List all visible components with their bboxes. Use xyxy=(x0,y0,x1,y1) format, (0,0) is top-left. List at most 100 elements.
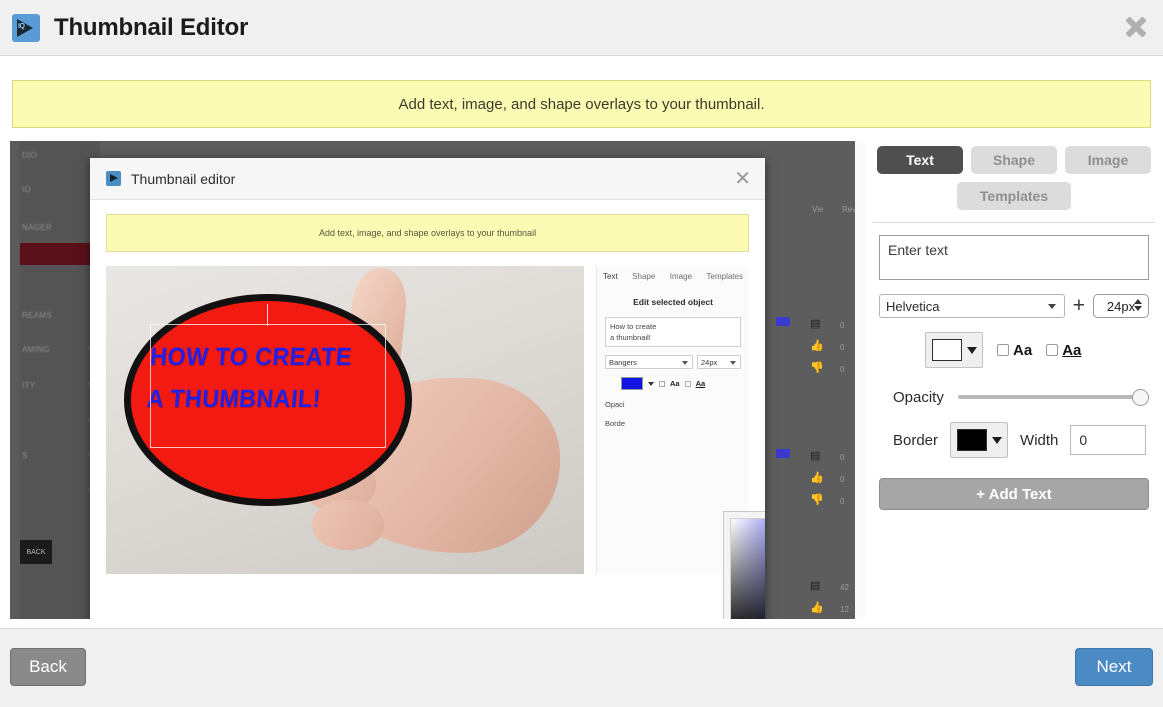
border-row: Border Width 0 xyxy=(893,422,1149,458)
preview-bold-label: Aa xyxy=(670,379,680,388)
chevron-down-icon[interactable] xyxy=(648,382,654,386)
preview-bold-checkbox[interactable] xyxy=(659,381,665,387)
text-style-row: Aa Aa xyxy=(925,332,1155,368)
color-picker-saturation-area[interactable] xyxy=(730,518,765,619)
stepper-arrows-icon[interactable] xyxy=(1134,299,1142,311)
opacity-row: Opacity xyxy=(893,388,1149,406)
preview-tab-templates[interactable]: Templates xyxy=(707,272,743,281)
backdrop-comment-count: 0 xyxy=(840,453,844,462)
instruction-banner-text: Add text, image, and shape overlays to y… xyxy=(398,96,764,113)
preview-tab-shape[interactable]: Shape xyxy=(632,272,655,281)
backdrop-sidebar-active-item xyxy=(20,243,100,265)
underline-label: Aa xyxy=(1062,342,1081,359)
backdrop-dislike-count: 0 xyxy=(840,497,844,506)
fill-color-swatch xyxy=(932,339,962,361)
opacity-label: Opacity xyxy=(893,389,944,406)
selection-bounding-box[interactable] xyxy=(150,324,386,448)
preview-font-select[interactable]: Bangers xyxy=(605,355,693,369)
backdrop-sidebar-item: ITY xyxy=(22,381,35,390)
thumbnail-editor-window: IQ Thumbnail Editor Add text, image, and… xyxy=(0,0,1163,707)
backdrop-sidebar-item: AMING xyxy=(22,345,50,354)
close-icon[interactable]: ✕ xyxy=(734,169,751,189)
backdrop-sidebar-item: S xyxy=(22,451,28,460)
preview-font-row: Bangers 24px xyxy=(605,355,741,369)
border-color-picker-button[interactable] xyxy=(950,422,1008,458)
bold-checkbox[interactable] xyxy=(997,344,1009,356)
selection-rotate-handle[interactable] xyxy=(267,304,268,326)
close-icon[interactable] xyxy=(1121,12,1151,42)
backdrop-like-count: 0 xyxy=(840,475,844,484)
preview-thumbnail-canvas[interactable]: HOW TO CREATE A THUMBNAIL! xyxy=(106,266,584,574)
page-title: Thumbnail Editor xyxy=(54,14,248,42)
opacity-slider-knob[interactable] xyxy=(1132,389,1149,406)
preview-color-row: Aa Aa xyxy=(621,377,741,390)
backdrop-sidebar-item: REAMS xyxy=(22,311,52,320)
tab-text[interactable]: Text xyxy=(877,146,963,174)
backdrop-like-count: 0 xyxy=(840,343,844,352)
text-input[interactable]: Enter text xyxy=(879,235,1149,280)
add-text-button[interactable]: + Add Text xyxy=(879,478,1149,510)
tab-shape[interactable]: Shape xyxy=(971,146,1057,174)
preview-text-input[interactable]: How to createa thumbnail! xyxy=(605,317,741,347)
border-width-input[interactable]: 0 xyxy=(1070,425,1146,455)
chevron-down-icon xyxy=(1048,304,1056,309)
instruction-banner: Add text, image, and shape overlays to y… xyxy=(12,80,1151,128)
preview-screenshot: DIO IO NAGER REAMS AMING ITY S BACK Vie … xyxy=(10,141,865,619)
backdrop-like-count: 12 xyxy=(840,605,849,614)
iq-play-logo-icon: IQ xyxy=(12,14,40,42)
title-bar: IQ Thumbnail Editor xyxy=(0,0,1163,56)
panel-tabs-row-2: Templates xyxy=(873,182,1155,210)
panel-tabs: Text Shape Image xyxy=(873,141,1155,174)
tab-templates[interactable]: Templates xyxy=(957,182,1071,210)
preview-tab-image[interactable]: Image xyxy=(670,272,692,281)
preview-tab-text[interactable]: Text xyxy=(603,272,618,281)
chevron-down-icon xyxy=(730,361,736,365)
comment-icon: ▤ xyxy=(810,581,820,592)
opacity-slider[interactable] xyxy=(958,388,1149,406)
font-family-value: Helvetica xyxy=(886,299,939,314)
backdrop-sidebar-item: NAGER xyxy=(22,223,52,232)
font-size-stepper[interactable]: 24px xyxy=(1093,294,1149,318)
iq-play-logo-icon xyxy=(106,171,121,186)
preview-instruction-banner: Add text, image, and shape overlays to y… xyxy=(106,214,749,252)
font-family-select[interactable]: Helvetica xyxy=(879,294,1065,318)
preview-border-label: Borde xyxy=(605,419,749,428)
preview-instruction-text: Add text, image, and shape overlays to y… xyxy=(319,228,536,238)
back-button[interactable]: Back xyxy=(10,648,86,686)
underline-checkbox[interactable] xyxy=(1046,344,1058,356)
chevron-down-icon xyxy=(992,437,1002,444)
backdrop-comment-count: 0 xyxy=(840,321,844,330)
border-label: Border xyxy=(893,432,938,449)
preview-underline-checkbox[interactable] xyxy=(685,381,691,387)
backdrop-sidebar-item: IO xyxy=(22,185,31,194)
thumbs-up-icon: 👍 xyxy=(810,341,824,352)
plus-icon[interactable]: + xyxy=(1073,297,1085,315)
preview-font-size-select[interactable]: 24px xyxy=(697,355,741,369)
backdrop-edge xyxy=(855,141,865,619)
backdrop-comment-count: 42 xyxy=(840,583,849,592)
preview-edit-heading: Edit selected object xyxy=(597,297,749,307)
preview-fill-color-swatch[interactable] xyxy=(621,377,643,390)
backdrop-dislike-count: 0 xyxy=(840,365,844,374)
next-button[interactable]: Next xyxy=(1075,648,1153,686)
tab-image[interactable]: Image xyxy=(1065,146,1151,174)
underline-checkbox-group[interactable]: Aa xyxy=(1046,342,1081,359)
border-width-label: Width xyxy=(1020,432,1058,449)
editor-control-panel: Text Shape Image Templates Enter text He… xyxy=(873,141,1155,619)
bold-checkbox-group[interactable]: Aa xyxy=(997,342,1032,359)
backdrop-sidebar-button: BACK xyxy=(20,540,52,564)
border-color-swatch xyxy=(957,429,987,451)
preview-underline-label: Aa xyxy=(696,379,706,388)
opacity-slider-track[interactable] xyxy=(958,395,1149,399)
preview-color-picker[interactable] xyxy=(723,511,765,619)
preview-dialog-body: HOW TO CREATE A THUMBNAIL! Text Shape Im… xyxy=(106,266,749,576)
thumbs-up-icon: 👍 xyxy=(810,603,824,614)
backdrop-column-header: Vie xyxy=(812,205,823,214)
thumbs-down-icon: 👎 xyxy=(810,495,824,506)
fill-color-picker-button[interactable] xyxy=(925,332,983,368)
panel-divider xyxy=(873,222,1155,223)
comment-icon: ▤ xyxy=(810,451,820,462)
backdrop-video-thumb xyxy=(776,317,790,326)
bold-label: Aa xyxy=(1013,342,1032,359)
preview-editor-dialog: Thumbnail editor ✕ Add text, image, and … xyxy=(90,158,765,619)
